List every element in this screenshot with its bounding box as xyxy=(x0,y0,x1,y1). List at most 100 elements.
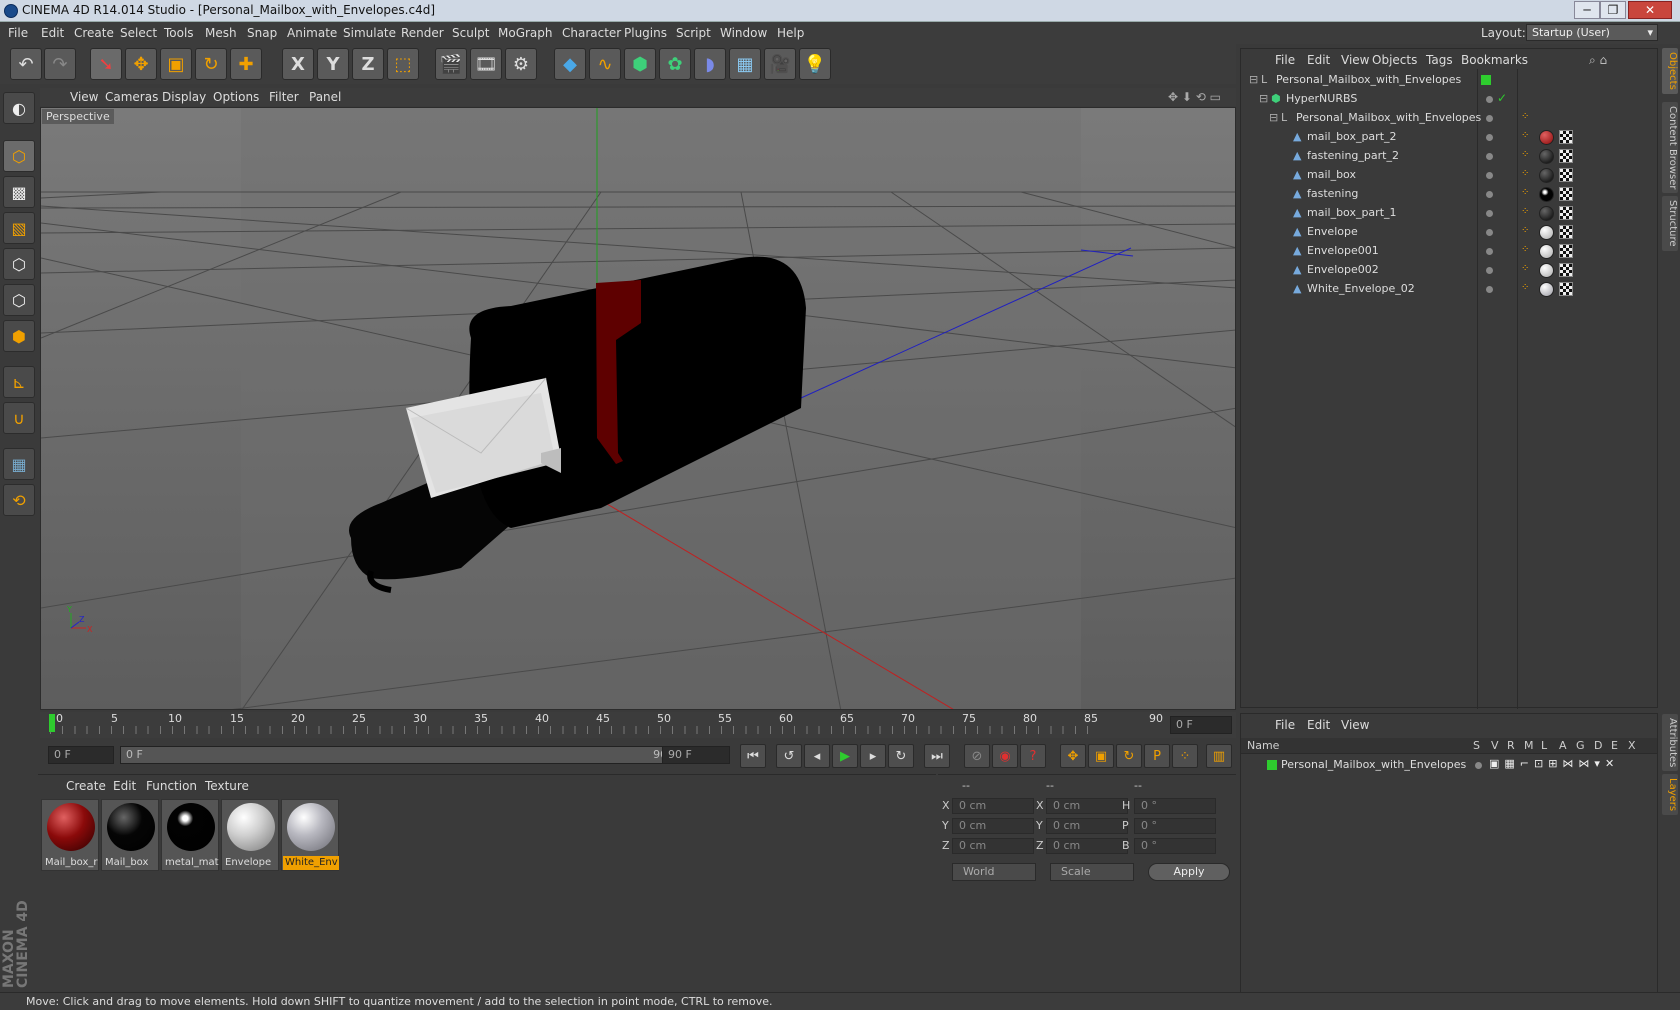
uvw-tag-icon[interactable] xyxy=(1559,263,1573,277)
visibility-dot[interactable] xyxy=(1486,229,1493,236)
workplane-mode-icon[interactable]: ▧ xyxy=(3,212,35,244)
material-swatch[interactable]: Mail_box xyxy=(101,799,159,871)
key-scale-icon[interactable]: ▣ xyxy=(1088,744,1114,768)
axis-mode-icon[interactable]: ⊾ xyxy=(3,366,35,398)
search-icon[interactable]: ⌕ ⌂ xyxy=(1589,53,1607,68)
enabled-check-icon[interactable]: ✓ xyxy=(1497,91,1507,105)
end-frame-field[interactable]: 90 F xyxy=(662,746,730,764)
object-row[interactable]: ▲ mail_box_part_2 ⁘ xyxy=(1241,128,1657,147)
next-key-icon[interactable]: ↻ xyxy=(888,744,914,768)
phong-tag-icon[interactable]: ⁘ xyxy=(1521,187,1529,198)
autokey-icon[interactable]: ? xyxy=(1020,744,1046,768)
viewport-nav-icons[interactable]: ✥ ⬇ ⟲ ▭ xyxy=(1168,90,1221,104)
render-picture-queue-icon[interactable]: 🎞 xyxy=(470,48,502,80)
z-axis-icon[interactable]: Z xyxy=(352,48,384,80)
phong-tag-icon[interactable]: ⁘ xyxy=(1521,111,1529,122)
menu-character[interactable]: Character xyxy=(562,26,621,40)
menu-edit[interactable]: Edit xyxy=(41,26,64,40)
layer-color-swatch[interactable] xyxy=(1267,760,1277,770)
object-row[interactable]: ▲ Envelope002 ⁘ xyxy=(1241,261,1657,280)
material-swatch-selected[interactable]: White_Env xyxy=(281,799,339,871)
visibility-dot[interactable] xyxy=(1486,134,1493,141)
object-row[interactable]: ⊟ L Personal_Mailbox_with_Envelopes xyxy=(1241,71,1657,90)
tab-objects[interactable]: Objects xyxy=(1662,48,1678,94)
visibility-dot[interactable] xyxy=(1486,115,1493,122)
rot-h-field[interactable]: 0 ° xyxy=(1134,798,1216,814)
material-tag-icon[interactable] xyxy=(1539,244,1554,259)
object-row[interactable]: ▲ Envelope001 ⁘ xyxy=(1241,242,1657,261)
timeline-window-icon[interactable]: ▥ xyxy=(1206,744,1232,768)
visibility-dot[interactable] xyxy=(1486,96,1493,103)
rot-p-field[interactable]: 0 ° xyxy=(1134,818,1216,834)
collapse-icon[interactable]: ⊟ xyxy=(1249,74,1261,86)
move-icon[interactable]: ✥ xyxy=(125,48,157,80)
pos-z-field[interactable]: 0 cm xyxy=(952,838,1034,854)
uvw-tag-icon[interactable] xyxy=(1559,282,1573,296)
material-tag-icon[interactable] xyxy=(1539,263,1554,278)
object-row[interactable]: ▲ mail_box_part_1 ⁘ xyxy=(1241,204,1657,223)
workplane-lock-icon[interactable]: ▦ xyxy=(3,448,35,480)
edges-mode-icon[interactable]: ⬡ xyxy=(3,284,35,316)
uvw-tag-icon[interactable] xyxy=(1559,187,1573,201)
phong-tag-icon[interactable]: ⁘ xyxy=(1521,168,1529,179)
menu-file[interactable]: File xyxy=(8,26,28,40)
close-button[interactable]: ✕ xyxy=(1628,1,1672,19)
visibility-dot[interactable] xyxy=(1486,191,1493,198)
tab-content-browser[interactable]: Content Browser xyxy=(1662,102,1678,194)
phong-tag-icon[interactable]: ⁘ xyxy=(1521,244,1529,255)
size-x-field[interactable]: 0 cm xyxy=(1046,798,1128,814)
object-row[interactable]: ▲ mail_box ⁘ xyxy=(1241,166,1657,185)
live-select-icon[interactable]: ➘ xyxy=(90,48,122,80)
uvw-tag-icon[interactable] xyxy=(1559,130,1573,144)
current-frame-field[interactable]: 0 F xyxy=(1170,716,1232,734)
snap-icon[interactable]: ∪ xyxy=(3,402,35,434)
uvw-tag-icon[interactable] xyxy=(1559,168,1573,182)
record-icon[interactable]: ◉ xyxy=(992,744,1018,768)
material-tag-icon[interactable] xyxy=(1539,282,1554,297)
uvw-tag-icon[interactable] xyxy=(1559,149,1573,163)
menu-help[interactable]: Help xyxy=(777,26,804,40)
subdivision-icon[interactable]: ⬢ xyxy=(624,48,656,80)
cloner-icon[interactable]: ✿ xyxy=(659,48,691,80)
menu-plugins[interactable]: Plugins xyxy=(624,26,667,40)
maximize-button[interactable]: ❐ xyxy=(1600,1,1626,19)
3d-viewport[interactable]: Y X Z Perspective xyxy=(40,107,1236,710)
mat-menu-edit[interactable]: Edit xyxy=(113,779,136,793)
undo-icon[interactable]: ↶ xyxy=(10,48,42,80)
use-model-mode-icon[interactable]: ◐ xyxy=(3,92,35,124)
obj-menu-bookmarks[interactable]: Bookmarks xyxy=(1461,53,1528,67)
uvw-tag-icon[interactable] xyxy=(1559,225,1573,239)
material-tag-icon[interactable] xyxy=(1539,149,1554,164)
start-frame-field[interactable]: 0 F xyxy=(48,746,114,764)
scale-icon[interactable]: ▣ xyxy=(160,48,192,80)
visibility-dot[interactable] xyxy=(1486,267,1493,274)
menu-sculpt[interactable]: Sculpt xyxy=(452,26,489,40)
visibility-dot[interactable] xyxy=(1486,172,1493,179)
layer-menu-file[interactable]: File xyxy=(1275,718,1295,732)
menu-animate[interactable]: Animate xyxy=(287,26,337,40)
uvw-tag-icon[interactable] xyxy=(1559,244,1573,258)
visibility-dot[interactable] xyxy=(1486,153,1493,160)
phong-tag-icon[interactable]: ⁘ xyxy=(1521,263,1529,274)
go-to-end-icon[interactable]: ⏭ xyxy=(924,744,950,768)
layer-menu-view[interactable]: View xyxy=(1341,718,1369,732)
redo-icon[interactable]: ↷ xyxy=(44,48,76,80)
key-param-icon[interactable]: P xyxy=(1144,744,1170,768)
timeline-ruler[interactable]: 0 5 10 15 20 25 30 35 40 45 50 55 60 65 … xyxy=(40,712,1236,738)
visibility-dot[interactable] xyxy=(1486,248,1493,255)
menu-mesh[interactable]: Mesh xyxy=(205,26,237,40)
collapse-icon[interactable]: ⊟ xyxy=(1259,93,1271,105)
create-icon[interactable]: ✚ xyxy=(230,48,262,80)
play-icon[interactable]: ▶ xyxy=(832,744,858,768)
range-slider[interactable]: 0 F90 F xyxy=(120,746,692,764)
material-tag-icon[interactable] xyxy=(1539,187,1554,202)
obj-menu-view[interactable]: View xyxy=(1341,53,1369,67)
phong-tag-icon[interactable]: ⁘ xyxy=(1521,225,1529,236)
object-row[interactable]: ▲ fastening ⁘ xyxy=(1241,185,1657,204)
layer-flag-icons[interactable]: ▣▦⌐⊡⊞⋈⋈▾✕ xyxy=(1489,757,1619,770)
viewport-menu-display[interactable]: Display xyxy=(162,90,206,104)
phong-tag-icon[interactable]: ⁘ xyxy=(1521,130,1529,141)
tab-layers[interactable]: Layers xyxy=(1662,774,1678,816)
object-row[interactable]: ▲ White_Envelope_02 ⁘ xyxy=(1241,280,1657,299)
camera-icon[interactable]: 🎥 xyxy=(764,48,796,80)
